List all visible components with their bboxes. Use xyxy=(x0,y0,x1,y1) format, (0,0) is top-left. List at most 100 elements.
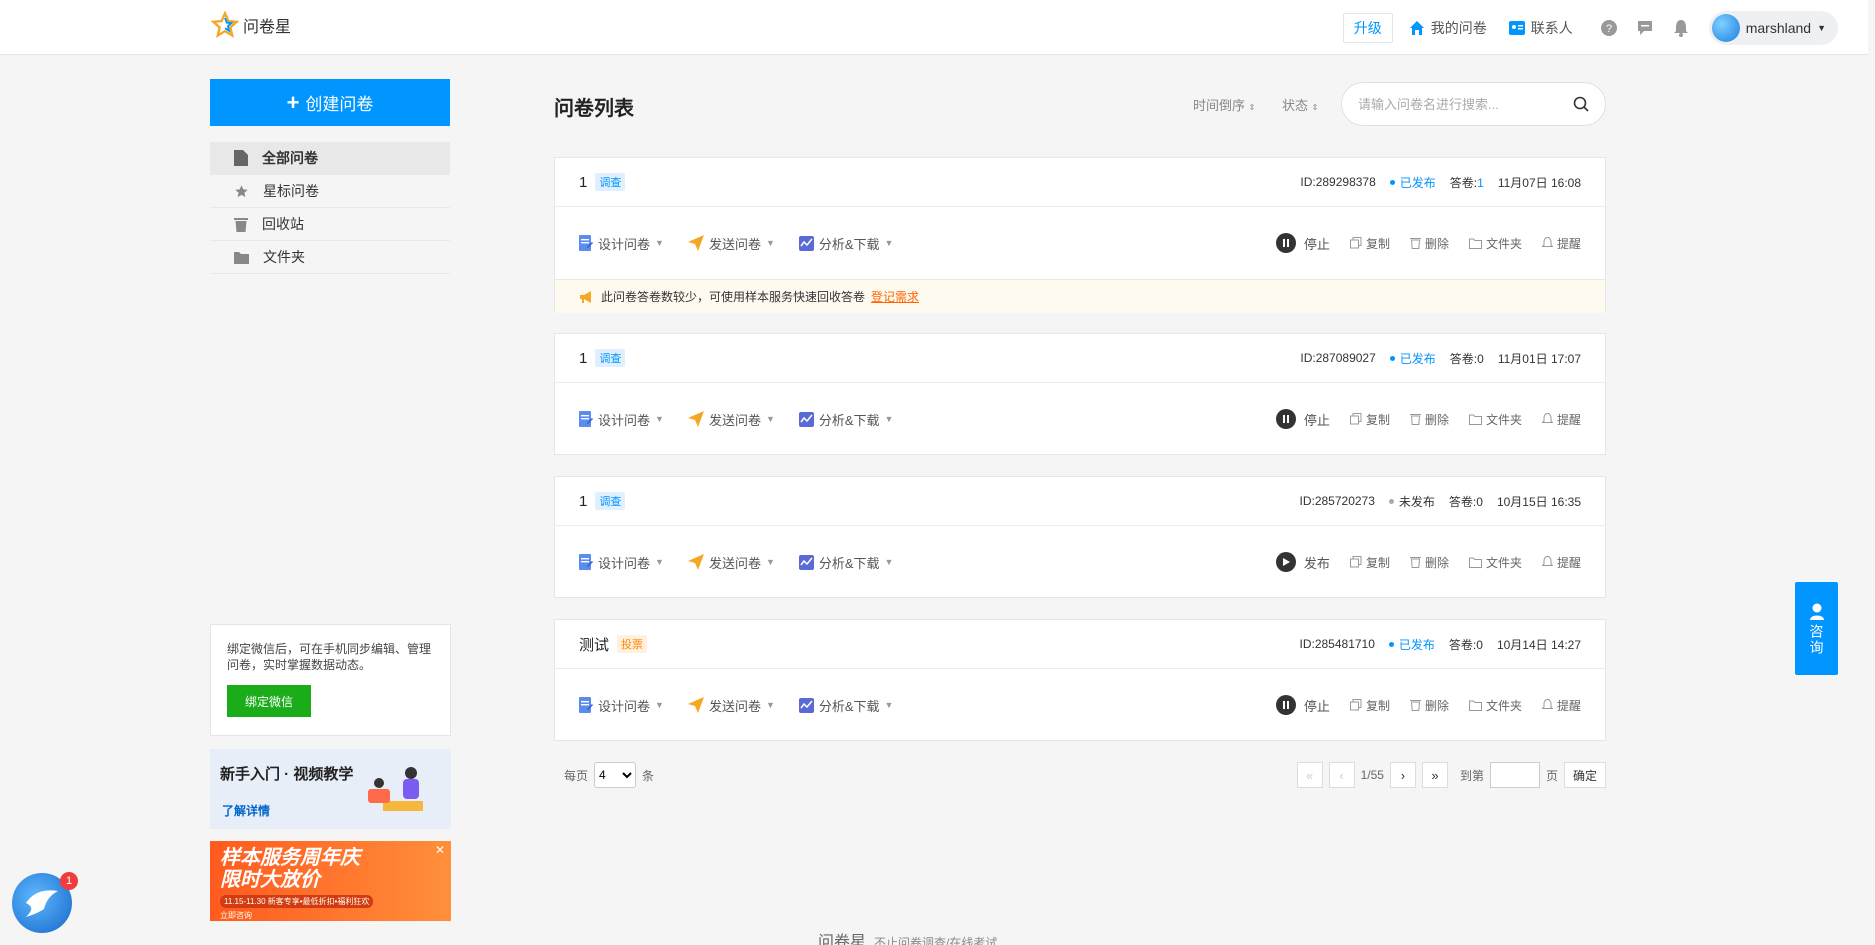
sidebar-item-trash[interactable]: 回收站 xyxy=(210,208,450,241)
first-page-button[interactable]: « xyxy=(1296,762,1323,788)
analyze-download-menu[interactable]: 分析&下载 ▼ xyxy=(798,696,893,715)
tutorial-banner[interactable]: 新手入门 · 视频教学 了解详情 xyxy=(210,749,451,829)
logo[interactable]: 问卷星 xyxy=(211,11,291,39)
copy-button[interactable]: 复制 xyxy=(1349,235,1390,252)
design-survey-menu[interactable]: 设计问卷 ▼ xyxy=(579,410,664,429)
remind-button[interactable]: 提醒 xyxy=(1541,235,1581,252)
answer-count-value[interactable]: 0 xyxy=(1477,352,1484,366)
move-to-folder-button[interactable]: 文件夹 xyxy=(1468,411,1522,428)
remind-label: 提醒 xyxy=(1556,236,1581,251)
answer-count-value[interactable]: 0 xyxy=(1476,638,1483,652)
survey-card-actions: 设计问卷 ▼ 发送问卷 ▼ 分析&下载 ▼ 停止 复制 删除 文件夹 提醒 xyxy=(555,207,1605,279)
close-icon[interactable]: ✕ xyxy=(435,843,445,857)
bind-wechat-button[interactable]: 绑定微信 xyxy=(227,685,311,717)
survey-meta: ID:289298378 已发布 答卷:1 11月07日 16:08 xyxy=(1300,174,1581,191)
analyze-download-menu[interactable]: 分析&下载 ▼ xyxy=(798,234,894,253)
promo-title-line2: 限时大放价 xyxy=(220,869,320,891)
per-page-select[interactable]: 4 xyxy=(594,762,637,788)
remind-button[interactable]: 提醒 xyxy=(1541,697,1581,714)
design-survey-menu[interactable]: 设计问卷 ▼ xyxy=(579,553,664,572)
chart-icon xyxy=(798,554,814,570)
send-survey-menu[interactable]: 发送问卷 ▼ xyxy=(687,553,775,572)
design-survey-label: 设计问卷 xyxy=(598,698,651,714)
answer-count-value[interactable]: 1 xyxy=(1477,176,1484,190)
consult-button[interactable]: 咨询 xyxy=(1795,582,1838,675)
send-survey-menu[interactable]: 发送问卷 ▼ xyxy=(687,234,775,253)
move-to-folder-button[interactable]: 文件夹 xyxy=(1468,697,1522,714)
status-badge: 未发布 xyxy=(1388,493,1435,510)
caret-down-icon: ▼ xyxy=(655,557,664,567)
caret-down-icon: ▼ xyxy=(884,238,894,248)
caret-down-icon: ▼ xyxy=(655,700,664,710)
send-survey-menu[interactable]: 发送问卷 ▼ xyxy=(687,696,775,715)
search-icon[interactable] xyxy=(1573,96,1589,112)
survey-card: 1 调查 ID:285720273 未发布 答卷:0 10月15日 16:35 设计问卷 ▼ 发… xyxy=(554,476,1606,598)
my-surveys-label: 我的问卷 xyxy=(1430,19,1487,36)
folder-label: 文件夹 xyxy=(1485,236,1522,251)
analyze-download-label: 分析&下载 xyxy=(818,236,880,252)
survey-title[interactable]: 1 xyxy=(579,493,587,510)
delete-label: 删除 xyxy=(1424,412,1449,427)
delete-button[interactable]: 删除 xyxy=(1409,697,1449,714)
notification-badge: 1 xyxy=(60,872,78,890)
message-icon[interactable] xyxy=(1631,19,1659,37)
answer-count-value[interactable]: 0 xyxy=(1476,495,1483,509)
send-survey-menu[interactable]: 发送问卷 ▼ xyxy=(687,410,775,429)
stop-button[interactable]: 停止 xyxy=(1275,409,1330,429)
remind-button[interactable]: 提醒 xyxy=(1541,554,1581,571)
copy-button[interactable]: 复制 xyxy=(1349,697,1390,714)
tutorial-details-link[interactable]: 了解详情 xyxy=(222,802,270,819)
design-survey-menu[interactable]: 设计问卷 ▼ xyxy=(579,696,664,715)
create-survey-button[interactable]: + 创建问卷 xyxy=(210,79,450,126)
analyze-download-menu[interactable]: 分析&下载 ▼ xyxy=(798,553,893,572)
contacts-link[interactable]: 联系人 xyxy=(1508,18,1573,38)
stop-button[interactable]: 停止 xyxy=(1275,233,1330,253)
sidebar-item-all[interactable]: 全部问卷 xyxy=(210,142,450,175)
search-input[interactable] xyxy=(1358,96,1573,112)
analyze-download-menu[interactable]: 分析&下载 ▼ xyxy=(798,410,893,429)
delete-button[interactable]: 删除 xyxy=(1409,411,1449,428)
help-icon[interactable]: ? xyxy=(1595,19,1623,37)
copy-button[interactable]: 复制 xyxy=(1349,411,1390,428)
survey-quick-actions: 停止 复制 删除 文件夹 提醒 xyxy=(1275,409,1581,429)
status-filter-dropdown[interactable]: 状态 ⇕ xyxy=(1282,95,1318,114)
stop-button[interactable]: 停止 xyxy=(1275,695,1330,715)
publish-button[interactable]: 发布 xyxy=(1275,552,1330,572)
register-demand-link[interactable]: 登记需求 xyxy=(871,288,919,305)
move-to-folder-button[interactable]: 文件夹 xyxy=(1468,235,1522,252)
footer: 问卷星 不止问卷调查/在线考试 xyxy=(818,928,997,945)
delete-button[interactable]: 删除 xyxy=(1409,554,1449,571)
upgrade-button[interactable]: 升级 xyxy=(1342,12,1393,43)
copy-label: 复制 xyxy=(1365,555,1390,570)
survey-title[interactable]: 1 xyxy=(579,350,587,367)
survey-card-header: 测试 投票 ID:285481710 已发布 答卷:0 10月14日 14:27 xyxy=(555,620,1605,669)
trash-icon xyxy=(1409,238,1421,249)
next-page-button[interactable]: › xyxy=(1389,762,1416,788)
delete-button[interactable]: 删除 xyxy=(1409,235,1449,252)
sidebar-item-folder[interactable]: 文件夹 xyxy=(210,241,450,274)
my-surveys-link[interactable]: 我的问卷 xyxy=(1409,18,1487,38)
bell-icon[interactable] xyxy=(1667,19,1695,37)
copy-icon xyxy=(1349,413,1362,425)
goto-confirm-button[interactable]: 确定 xyxy=(1563,762,1606,788)
promo-banner[interactable]: 样本服务周年庆 限时大放价 11.15-11.30 新客专享•最低折扣•福利狂欢… xyxy=(210,841,451,921)
last-page-button[interactable]: » xyxy=(1421,762,1448,788)
survey-title[interactable]: 测试 xyxy=(579,634,609,655)
sort-dropdown[interactable]: 时间倒序 ⇕ xyxy=(1193,95,1255,114)
survey-title[interactable]: 1 xyxy=(579,174,587,191)
bird-icon xyxy=(26,890,58,917)
copy-icon xyxy=(1349,699,1362,711)
copy-button[interactable]: 复制 xyxy=(1349,554,1390,571)
goto-page-input[interactable] xyxy=(1489,762,1540,788)
send-survey-label: 发送问卷 xyxy=(708,412,761,428)
remind-button[interactable]: 提醒 xyxy=(1541,411,1581,428)
user-menu[interactable]: marshland ▼ xyxy=(1708,10,1838,45)
paper-plane-icon xyxy=(687,235,704,251)
survey-type-tag: 调查 xyxy=(595,173,626,191)
prev-page-button[interactable]: ‹ xyxy=(1328,762,1355,788)
move-to-folder-button[interactable]: 文件夹 xyxy=(1468,554,1522,571)
design-survey-menu[interactable]: 设计问卷 ▼ xyxy=(579,234,664,253)
answer-count-label: 答卷: xyxy=(1448,494,1477,509)
design-survey-label: 设计问卷 xyxy=(598,412,651,428)
sidebar-item-starred[interactable]: 星标问卷 xyxy=(210,175,450,208)
